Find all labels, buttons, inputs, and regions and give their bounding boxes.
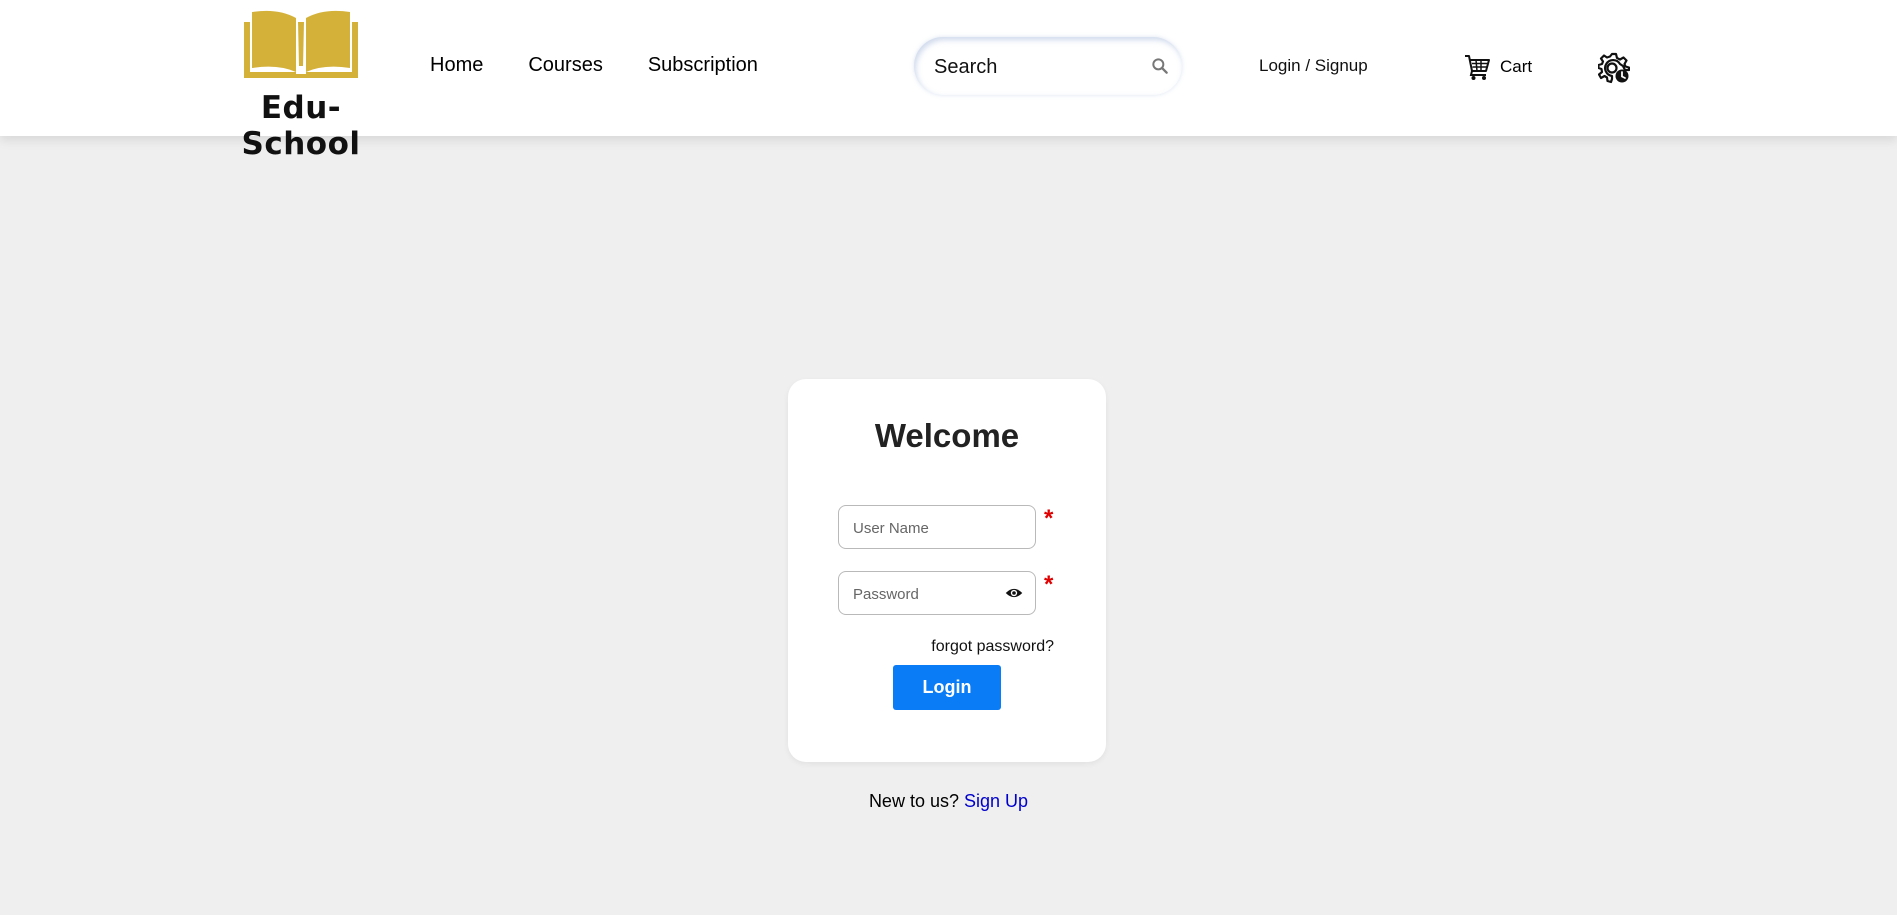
settings-button[interactable] [1597, 52, 1631, 89]
main-nav: Home Courses Subscription [430, 54, 758, 77]
signup-prompt-text: New to us? [868, 791, 959, 811]
password-field-wrapper [838, 571, 1036, 615]
signup-prompt: New to us? Sign Up [0, 791, 1897, 812]
signup-link[interactable]: Sign Up [964, 791, 1028, 811]
cart-icon [1465, 55, 1490, 80]
nav-subscription[interactable]: Subscription [648, 54, 758, 77]
open-book-icon [244, 10, 358, 78]
eye-icon[interactable] [1005, 586, 1023, 600]
login-button[interactable]: Login [893, 665, 1001, 710]
site-header: Edu-School Home Courses Subscription Log… [0, 0, 1897, 162]
search-icon[interactable] [1150, 56, 1170, 76]
forgot-password-link[interactable]: forgot password? [931, 638, 1054, 656]
username-field-wrapper [838, 505, 1036, 549]
password-input[interactable] [851, 582, 1005, 606]
search-input[interactable] [932, 51, 1136, 83]
nav-home[interactable]: Home [430, 54, 483, 77]
login-signup-link[interactable]: Login / Signup [1259, 56, 1368, 76]
password-required-marker: * [1044, 571, 1054, 598]
cart-button[interactable]: Cart [1464, 53, 1532, 81]
gear-icon [1597, 52, 1631, 84]
username-required-marker: * [1044, 505, 1054, 532]
brand-logo[interactable]: Edu-School [216, 8, 386, 162]
cart-label: Cart [1500, 57, 1533, 76]
login-title: Welcome [874, 417, 1020, 454]
nav-courses[interactable]: Courses [528, 54, 602, 77]
search-box [914, 37, 1182, 95]
login-card: Welcome * * forgot password? Login [788, 379, 1106, 762]
username-input[interactable] [851, 516, 1005, 540]
brand-name: Edu-School [241, 90, 361, 162]
